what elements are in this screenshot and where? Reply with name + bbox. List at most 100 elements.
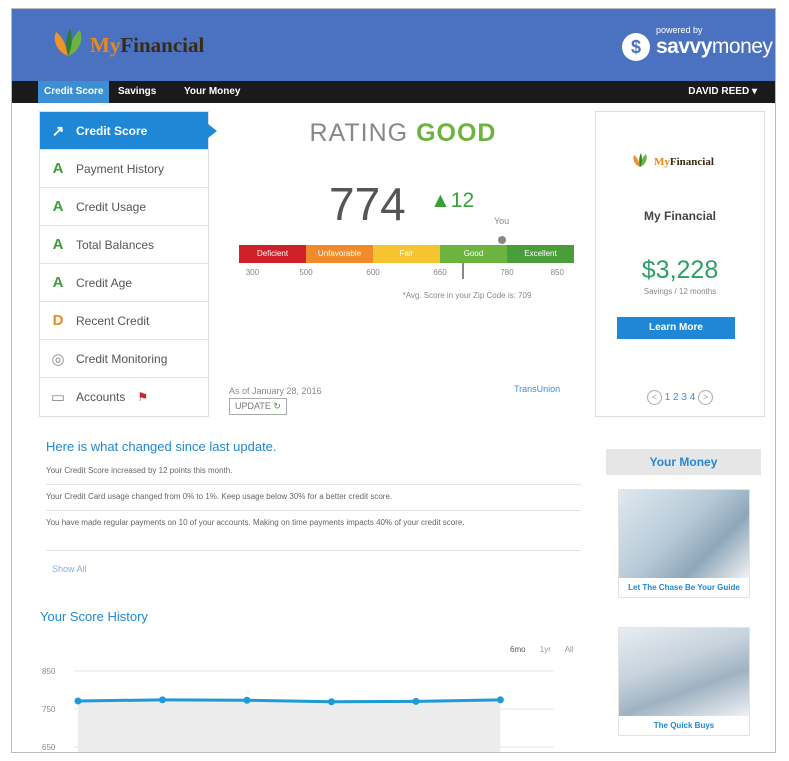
- changes-heading: Here is what changed since last update.: [46, 439, 277, 454]
- you-marker: [498, 236, 506, 244]
- article-card[interactable]: The Quick Buys: [618, 627, 750, 736]
- sidebar-item-label: Total Balances: [76, 237, 155, 252]
- score-panel: RATING GOOD 774 ▲12 You Deficient Unfavo…: [217, 111, 589, 417]
- band-good: Good: [440, 245, 507, 263]
- score-history-heading: Your Score History: [40, 609, 148, 624]
- article-photo: [619, 490, 749, 578]
- sidebar-item-label: Credit Monitoring: [76, 351, 168, 366]
- monitoring-icon: ◎: [51, 350, 65, 368]
- sidebar-item-credit-score[interactable]: ↗ Credit Score: [40, 112, 217, 150]
- page-numbers[interactable]: 1 2 3 4: [665, 392, 696, 403]
- refresh-icon: ↻: [273, 401, 281, 411]
- you-label: You: [494, 216, 510, 226]
- scale-tick: 780: [500, 268, 514, 277]
- data-point: [243, 696, 251, 704]
- sidebar-item-label: Payment History: [76, 161, 165, 176]
- data-point: [412, 697, 420, 705]
- article-card[interactable]: Let The Chase Be Your Guide: [618, 489, 750, 598]
- next-arrow-icon[interactable]: >: [698, 390, 714, 405]
- grade-badge: A: [52, 236, 64, 253]
- scale-tick: 850: [550, 268, 564, 277]
- data-point: [327, 698, 335, 706]
- leaf-logo-icon: [54, 28, 82, 56]
- credit-sidebar: ↗ Credit Score A Payment History A Credi…: [39, 111, 217, 417]
- article-caption[interactable]: Let The Chase Be Your Guide: [619, 578, 749, 597]
- band-fair: Fair: [373, 245, 440, 263]
- sidebar-item-label: Credit Age: [76, 275, 133, 290]
- credit-score-value: 774: [329, 178, 406, 230]
- sidebar-item-credit-usage[interactable]: A Credit Usage: [40, 188, 208, 226]
- your-money-panel: Your Money Let The Chase Be Your Guide T…: [606, 449, 761, 752]
- sidebar-item-label: Accounts: [76, 390, 126, 404]
- range-tabs: 6mo 1yr All: [510, 645, 586, 654]
- area-fill: [78, 699, 501, 752]
- y-tick-label: 650: [42, 743, 56, 752]
- nav-savings[interactable]: Savings: [112, 81, 162, 103]
- change-item: Your Credit Card usage changed from 0% t…: [46, 491, 581, 511]
- scale-tick: 660: [433, 268, 447, 277]
- article-caption[interactable]: The Quick Buys: [619, 716, 749, 735]
- your-money-heading: Your Money: [606, 449, 761, 475]
- range-tab[interactable]: All: [565, 645, 574, 654]
- y-tick-label: 750: [42, 705, 56, 714]
- accounts-card-icon: ▭: [50, 389, 66, 406]
- user-menu[interactable]: DAVID REED ▾: [682, 81, 763, 103]
- average-marker: [462, 263, 464, 279]
- leaf-logo-icon: [633, 153, 647, 167]
- average-score-note: *Avg. Score in your Zip Code is: 709: [402, 291, 532, 300]
- change-item: You have made regular payments on 10 of …: [46, 517, 581, 551]
- trend-chart-icon: ↗: [51, 122, 65, 140]
- sidebar-item-label: Credit Score: [76, 123, 148, 138]
- data-point: [74, 697, 82, 705]
- powered-by-label: powered by: [656, 25, 703, 35]
- rating-heading: RATING GOOD: [309, 119, 497, 147]
- scale-tick: 300: [245, 268, 260, 277]
- promo-title: My Financial: [643, 209, 717, 223]
- update-button[interactable]: UPDATE ↻: [229, 398, 287, 415]
- scale-tick: 500: [299, 268, 313, 277]
- range-tab[interactable]: 6mo: [510, 645, 526, 654]
- score-history-chart: 850 750 650: [42, 667, 554, 752]
- data-point: [496, 696, 504, 704]
- nav-credit-score[interactable]: Credit Score: [38, 81, 110, 103]
- prev-arrow-icon[interactable]: <: [646, 390, 662, 405]
- app-window: MyFinancial $ powered by savvymoney Cred…: [11, 8, 776, 753]
- range-tab[interactable]: 1yr: [540, 645, 551, 654]
- series-line: [77, 698, 501, 704]
- y-tick-label: 850: [42, 667, 56, 676]
- savings-period: Savings / 12 months: [643, 287, 717, 296]
- band-deficient: Deficient: [239, 245, 306, 263]
- change-item: Your Credit Score increased by 12 points…: [46, 465, 581, 485]
- show-all-link[interactable]: Show All: [52, 564, 87, 574]
- brand-name: MyFinancial: [90, 33, 205, 57]
- nav-your-money[interactable]: Your Money: [178, 81, 246, 103]
- sidebar-item-credit-age[interactable]: A Credit Age: [40, 264, 208, 302]
- flag-icon: ⚑: [137, 390, 149, 404]
- sidebar-item-payment-history[interactable]: A Payment History: [40, 150, 208, 188]
- grade-badge: A: [52, 274, 64, 291]
- savings-amount: $3,228: [641, 256, 719, 284]
- promo-panel: MyFinancial My Financial $3,228 Savings …: [595, 111, 765, 417]
- grade-badge: D: [52, 312, 64, 329]
- data-point: [158, 696, 166, 704]
- sidebar-item-accounts[interactable]: ▭ Accounts ⚑: [40, 378, 208, 416]
- promo-pager: < 1 2 3 4 >: [596, 390, 764, 405]
- band-excellent: Excellent: [507, 245, 574, 263]
- dollar-icon: $: [622, 33, 650, 61]
- article-photo: [619, 628, 749, 716]
- learn-more-button[interactable]: Learn More: [617, 317, 735, 339]
- score-scale-bar: Deficient Unfavorable Fair Good Excellen…: [239, 245, 574, 263]
- top-nav: Credit Score Savings Your Money DAVID RE…: [12, 81, 775, 103]
- sidebar-item-recent-credit[interactable]: D Recent Credit: [40, 302, 208, 340]
- band-unfavorable: Unfavorable: [306, 245, 373, 263]
- sidebar-item-label: Credit Usage: [76, 199, 147, 214]
- promo-brand: MyFinancial: [654, 156, 714, 168]
- score-change: ▲12: [430, 189, 475, 212]
- header-banner: MyFinancial $ powered by savvymoney: [12, 9, 775, 81]
- sidebar-item-total-balances[interactable]: A Total Balances: [40, 226, 208, 264]
- grade-badge: A: [52, 160, 64, 177]
- sidebar-item-credit-monitoring[interactable]: ◎ Credit Monitoring: [40, 340, 208, 378]
- grade-badge: A: [52, 198, 64, 215]
- savvymoney-logo: savvymoney: [656, 35, 773, 58]
- sidebar-item-label: Recent Credit: [76, 313, 150, 328]
